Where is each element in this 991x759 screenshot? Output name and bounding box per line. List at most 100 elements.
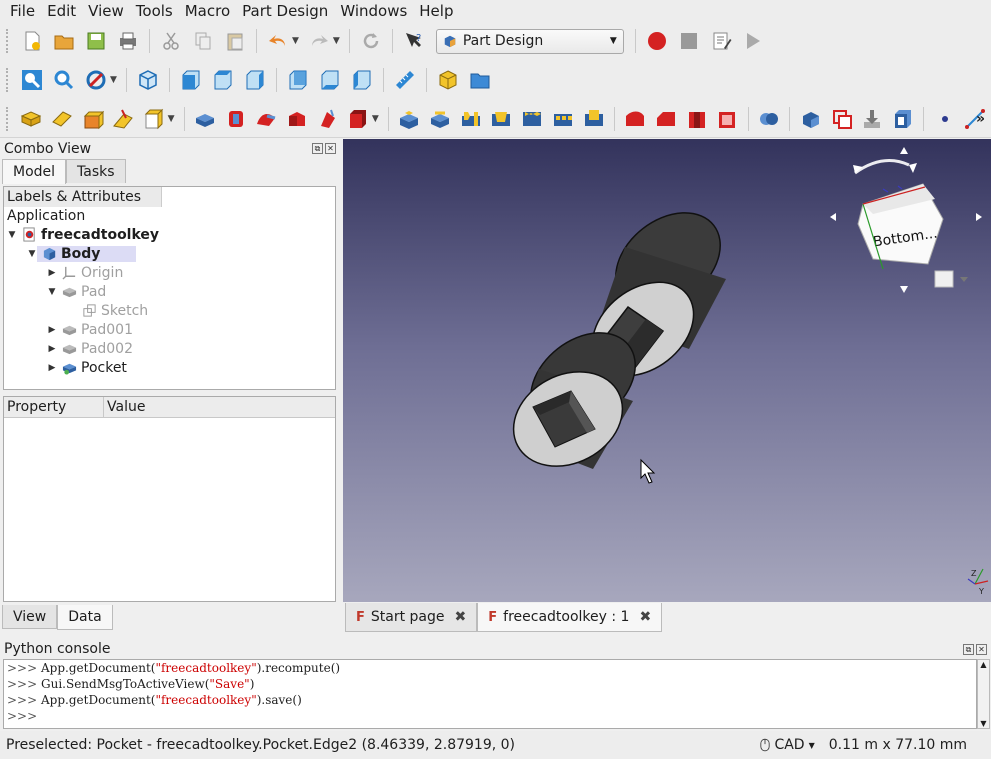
fillet-icon[interactable] xyxy=(622,105,649,133)
tree-header[interactable]: Labels & Attributes xyxy=(4,187,162,207)
print-button[interactable] xyxy=(114,27,142,55)
cut-icon[interactable] xyxy=(157,27,185,55)
copy-icon[interactable] xyxy=(189,27,217,55)
pad-icon[interactable] xyxy=(191,105,218,133)
subtractive-pipe-icon[interactable] xyxy=(519,105,546,133)
run-macro-button[interactable] xyxy=(739,27,767,55)
menu-help[interactable]: Help xyxy=(413,0,459,22)
create-body-icon[interactable] xyxy=(18,105,45,133)
close-icon[interactable]: ✕ xyxy=(976,644,987,655)
menu-view[interactable]: View xyxy=(82,0,130,22)
panel-splitter[interactable] xyxy=(3,392,336,395)
navigation-cube[interactable]: Bottom... xyxy=(830,147,982,293)
toolbar-handle[interactable] xyxy=(6,68,10,92)
3d-scene[interactable]: Bottom... Z Y xyxy=(343,139,991,602)
console-input-line[interactable]: >>> xyxy=(7,708,976,724)
expand-arrow-icon[interactable]: ▶ xyxy=(47,268,57,278)
collapse-arrow-icon[interactable]: ▼ xyxy=(47,287,57,297)
additive-primitive-icon[interactable] xyxy=(345,105,372,133)
workbench-selector[interactable]: Part Design ▼ xyxy=(435,28,624,54)
expand-arrow-icon[interactable]: ▶ xyxy=(47,344,57,354)
boolean-icon[interactable] xyxy=(756,105,783,133)
menu-file[interactable]: File xyxy=(4,0,41,22)
float-icon[interactable]: ⧉ xyxy=(963,644,974,655)
undo-icon[interactable] xyxy=(264,27,292,55)
measure-icon[interactable] xyxy=(391,66,419,94)
validate-sketch-icon[interactable] xyxy=(79,105,106,133)
hole-icon[interactable] xyxy=(426,105,453,133)
create-datum-icon[interactable] xyxy=(141,105,168,133)
navigation-style-selector[interactable]: CAD ▼ xyxy=(760,737,815,753)
isometric-view-icon[interactable] xyxy=(134,66,162,94)
redo-icon[interactable] xyxy=(305,27,333,55)
tree-item-pad001[interactable]: ▶ Pad001 xyxy=(4,320,335,339)
revolution-icon[interactable] xyxy=(222,105,249,133)
tree-item-pocket[interactable]: ▶ Pocket xyxy=(4,358,335,377)
additive-helix-icon[interactable] xyxy=(314,105,341,133)
close-tab-icon[interactable]: ✖ xyxy=(639,609,651,625)
close-icon[interactable]: ✕ xyxy=(325,143,336,154)
draw-style-dropdown-icon[interactable]: ▼ xyxy=(110,75,117,85)
fit-all-icon[interactable] xyxy=(18,66,46,94)
menu-part-design[interactable]: Part Design xyxy=(236,0,334,22)
tab-tasks[interactable]: Tasks xyxy=(66,159,126,183)
open-button[interactable] xyxy=(50,27,78,55)
undo-dropdown-icon[interactable]: ▼ xyxy=(292,36,299,46)
tab-view[interactable]: View xyxy=(2,605,58,629)
groove-icon[interactable] xyxy=(457,105,484,133)
tab-freecadtoolkey[interactable]: F freecadtoolkey : 1 ✖ xyxy=(477,603,663,632)
subtractive-loft-icon[interactable] xyxy=(488,105,515,133)
whats-this-icon[interactable]: ? xyxy=(400,27,428,55)
menu-tools[interactable]: Tools xyxy=(130,0,179,22)
close-tab-icon[interactable]: ✖ xyxy=(455,609,467,625)
bottom-view-icon[interactable] xyxy=(316,66,344,94)
scroll-down-icon[interactable]: ▼ xyxy=(978,719,989,728)
tree-item-pad[interactable]: ▼ Pad xyxy=(4,282,335,301)
tree-item-document[interactable]: ▼ freecadtoolkey xyxy=(4,225,335,244)
new-document-button[interactable] xyxy=(18,27,46,55)
tree-item-origin[interactable]: ▶ Origin xyxy=(4,263,335,282)
draw-style-icon[interactable] xyxy=(82,66,110,94)
top-view-icon[interactable] xyxy=(209,66,237,94)
redo-dropdown-icon[interactable]: ▼ xyxy=(333,36,340,46)
rear-view-icon[interactable] xyxy=(284,66,312,94)
toolbar-handle[interactable] xyxy=(6,29,10,53)
menu-windows[interactable]: Windows xyxy=(334,0,413,22)
tab-model[interactable]: Model xyxy=(2,159,67,184)
tree-item-pad002[interactable]: ▶ Pad002 xyxy=(4,339,335,358)
subtractive-primitive-icon[interactable] xyxy=(580,105,607,133)
left-view-icon[interactable] xyxy=(348,66,376,94)
primitive-dropdown-icon[interactable]: ▼ xyxy=(372,114,379,124)
pocket-icon[interactable] xyxy=(396,105,423,133)
property-column-header[interactable]: Property xyxy=(4,397,104,417)
expand-arrow-icon[interactable]: ▶ xyxy=(47,363,57,373)
scroll-up-icon[interactable]: ▲ xyxy=(978,660,989,669)
console-scrollbar[interactable]: ▲ ▼ xyxy=(977,659,990,729)
tab-start-page[interactable]: F Start page ✖ xyxy=(345,603,478,632)
record-macro-button[interactable] xyxy=(643,27,671,55)
toolbar-overflow-icon[interactable]: » xyxy=(976,111,985,127)
additive-loft-icon[interactable] xyxy=(253,105,280,133)
part-info-icon[interactable] xyxy=(890,105,917,133)
model-tree[interactable]: Labels & Attributes Application ▼ freeca… xyxy=(3,186,336,390)
collapse-arrow-icon[interactable]: ▼ xyxy=(7,230,17,240)
3d-viewport[interactable]: Bottom... Z Y xyxy=(343,139,991,602)
save-button[interactable] xyxy=(82,27,110,55)
create-point-icon[interactable] xyxy=(931,105,958,133)
import-icon[interactable] xyxy=(859,105,886,133)
subtractive-helix-icon[interactable] xyxy=(549,105,576,133)
paste-icon[interactable] xyxy=(221,27,249,55)
tab-data[interactable]: Data xyxy=(57,605,113,630)
additive-pipe-icon[interactable] xyxy=(284,105,311,133)
value-column-header[interactable]: Value xyxy=(104,397,335,417)
draft-icon[interactable] xyxy=(683,105,710,133)
create-part-icon[interactable] xyxy=(434,66,462,94)
stop-macro-button[interactable] xyxy=(675,27,703,55)
collapse-arrow-icon[interactable]: ▼ xyxy=(27,249,37,259)
front-view-icon[interactable] xyxy=(177,66,205,94)
menu-edit[interactable]: Edit xyxy=(41,0,82,22)
tree-item-sketch[interactable]: Sketch xyxy=(4,301,335,320)
edit-macro-button[interactable] xyxy=(707,27,735,55)
expand-arrow-icon[interactable]: ▶ xyxy=(47,325,57,335)
toolbar-handle[interactable] xyxy=(6,106,10,131)
